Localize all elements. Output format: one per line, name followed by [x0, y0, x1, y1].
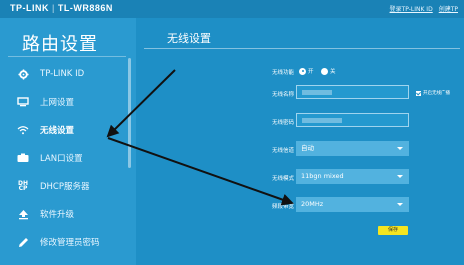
sidebar-item-label: DHCP服务器	[40, 182, 90, 192]
radio-label: 关	[330, 69, 336, 75]
mode-label: 无线模式	[271, 176, 294, 182]
sidebar-item-label: LAN口设置	[40, 154, 83, 164]
logo: TP-LINK | TL-WR886N	[10, 3, 113, 13]
checkbox-icon	[416, 90, 421, 96]
title-divider	[144, 48, 460, 49]
wireless-on-radio[interactable]: 开	[299, 67, 314, 75]
sidebar-item-dhcp[interactable]: DH CP DHCP服务器	[0, 175, 128, 197]
top-links: 登录TP-LINK ID 创建TP	[384, 4, 458, 13]
chevron-down-icon	[397, 147, 403, 150]
ssid-label: 无线名称	[271, 92, 294, 98]
channel-select[interactable]: 自动	[296, 141, 409, 156]
gear-icon	[16, 68, 30, 80]
sidebar-divider	[8, 56, 126, 57]
logo-separator: |	[52, 3, 55, 13]
broadcast-checkbox[interactable]: 开启无线广播	[416, 90, 450, 96]
sidebar-item-label: 上网设置	[40, 98, 75, 108]
dhcp-icon: DH CP	[17, 180, 28, 192]
sidebar-item-password[interactable]: 修改管理员密码	[0, 231, 128, 253]
sidebar-item-label: TP-LINK ID	[40, 69, 85, 79]
top-bar: TP-LINK | TL-WR886N 登录TP-LINK ID 创建TP	[0, 0, 464, 18]
sidebar-item-upgrade[interactable]: 软件升级	[0, 203, 128, 225]
upload-icon	[16, 208, 30, 220]
chevron-down-icon	[397, 175, 403, 178]
page-title: 无线设置	[167, 32, 211, 45]
save-button[interactable]: 保存	[378, 226, 408, 235]
create-link[interactable]: 创建TP	[439, 6, 458, 13]
bandwidth-label: 频段带宽	[271, 204, 294, 210]
main-panel: 无线设置 无线功能 开 关 无线名称 开启无线广播 无线密码 无线信道 自动 无…	[136, 18, 464, 265]
password-input[interactable]	[296, 113, 409, 127]
sidebar-item-internet[interactable]: 上网设置	[0, 91, 128, 113]
radio-dot-icon	[321, 67, 328, 75]
password-label: 无线密码	[271, 120, 294, 126]
ssid-input[interactable]	[296, 85, 409, 99]
login-link[interactable]: 登录TP-LINK ID	[390, 6, 433, 13]
monitor-icon	[16, 96, 30, 108]
checkbox-label: 开启无线广播	[423, 91, 450, 96]
sidebar-item-label: 软件升级	[40, 210, 75, 220]
sidebar-item-wireless[interactable]: 无线设置	[0, 119, 128, 141]
select-value: 11bgn mixed	[301, 172, 344, 180]
sidebar-item-lan[interactable]: LAN口设置	[0, 147, 128, 169]
sidebar-item-label: 无线设置	[40, 126, 75, 136]
sidebar-item-tplink-id[interactable]: TP-LINK ID	[0, 63, 128, 85]
blurred-value	[302, 90, 332, 95]
radio-label: 开	[308, 69, 314, 75]
sidebar: 路由设置 TP-LINK ID 上网设置 无线设置 LAN口设置 DH CP DH…	[0, 18, 136, 265]
blurred-value	[302, 118, 342, 123]
wifi-icon	[16, 124, 30, 136]
radio-dot-icon	[299, 67, 306, 75]
logo-model: TL-WR886N	[57, 3, 113, 13]
sidebar-item-label: 修改管理员密码	[40, 238, 100, 248]
mode-select[interactable]: 11bgn mixed	[296, 169, 409, 184]
select-value: 20MHz	[301, 200, 324, 208]
select-value: 自动	[301, 144, 314, 152]
channel-label: 无线信道	[271, 148, 294, 154]
wireless-function-label: 无线功能	[271, 70, 294, 76]
chevron-down-icon	[397, 203, 403, 206]
sidebar-title: 路由设置	[22, 34, 98, 55]
bandwidth-select[interactable]: 20MHz	[296, 197, 409, 212]
lan-icon	[16, 152, 30, 164]
logo-brand: TP-LINK	[10, 3, 49, 13]
sidebar-scrollbar[interactable]	[128, 58, 131, 168]
wireless-off-radio[interactable]: 关	[321, 67, 336, 75]
pencil-icon	[16, 236, 30, 248]
